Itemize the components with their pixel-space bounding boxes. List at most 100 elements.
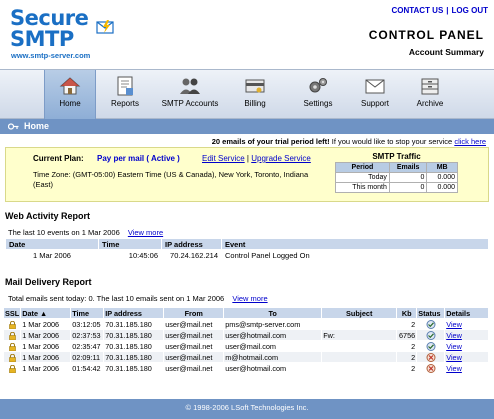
nav-settings[interactable]: Settings — [293, 70, 343, 119]
cell-ssl — [2, 340, 22, 352]
cell-status — [416, 318, 446, 330]
logo-url: www.smtp-server.com — [11, 51, 91, 60]
plan-name: Pay per mail ( Active ) — [97, 154, 180, 163]
table-row: 1 Mar 2006 10:45:06 70.24.162.214 Contro… — [5, 249, 489, 261]
nav-smtp-accounts[interactable]: SMTP Accounts — [154, 70, 226, 119]
billing-icon — [245, 79, 265, 93]
traffic-header: Emails — [388, 161, 428, 173]
cell-date: 1 Mar 2006 — [20, 351, 72, 363]
cell-to: pms@smtp-server.com — [223, 318, 323, 330]
lock-icon — [8, 342, 16, 351]
web-activity-view-more-link[interactable]: View more — [128, 228, 163, 237]
nav-reports[interactable]: Reports — [100, 70, 150, 119]
envelope-icon — [365, 79, 385, 94]
cell-date: 1 Mar 2006 — [20, 318, 72, 330]
smtp-traffic-caption: SMTP Traffic — [335, 152, 458, 162]
logo: Secure SMTP www.smtp-server.com — [10, 6, 120, 64]
traffic-period: Today — [335, 171, 390, 183]
traffic-header: MB — [426, 161, 458, 173]
column-header: IP address — [103, 307, 165, 319]
page-subtitle: Account Summary — [408, 47, 484, 57]
nav-smtp-accounts-label: SMTP Accounts — [161, 99, 219, 108]
lock-icon — [8, 364, 16, 373]
cell-subject — [321, 351, 398, 363]
mail-delivery-subtitle: Total emails sent today: 0. The last 10 … — [8, 294, 268, 303]
view-details-link[interactable]: View — [446, 353, 462, 362]
cell-ssl — [2, 362, 22, 374]
cell-ssl — [2, 329, 22, 341]
plan-panel: Current Plan: Pay per mail ( Active ) Ed… — [5, 147, 489, 202]
cell-time: 01:54:42 — [70, 362, 105, 374]
table-row: 1 Mar 2006 02:35:47 70.31.185.180 user@mail… — [2, 340, 489, 352]
contact-us-link[interactable]: CONTACT US — [391, 6, 443, 15]
cell-time: 02:35:47 — [70, 340, 105, 352]
view-details-link[interactable]: View — [446, 364, 462, 373]
top-links-separator: | — [446, 6, 449, 15]
upgrade-service-link[interactable]: Upgrade Service — [251, 154, 311, 163]
column-header: Subject — [321, 307, 398, 319]
stop-service-link[interactable]: click here — [454, 137, 486, 146]
cell-ip: 70.31.185.180 — [103, 318, 165, 330]
column-header: Time — [70, 307, 105, 319]
column-header: Time — [98, 238, 162, 250]
cell-from: user@mail.net — [163, 351, 225, 363]
nav-home[interactable]: Home — [44, 70, 96, 119]
cell-to: user@mail.com — [223, 340, 323, 352]
logo-line2: SMTP — [10, 27, 74, 51]
column-header: Kb — [396, 307, 418, 319]
cell-to: m@hotmail.com — [223, 351, 323, 363]
report-icon — [117, 76, 133, 96]
traffic-period: This month — [335, 181, 390, 193]
cell-ssl — [2, 351, 22, 363]
cell-time: 02:09:11 — [70, 351, 105, 363]
nav-home-label: Home — [59, 99, 81, 108]
edit-service-link[interactable]: Edit Service — [202, 154, 245, 163]
cell-to: user@hotmail.com — [223, 329, 323, 341]
nav-billing[interactable]: Billing — [230, 70, 280, 119]
mail-delivery-table: SSL Date ▲ Time IP address From To Subje… — [2, 307, 489, 374]
cell-ip: 70.31.185.180 — [103, 340, 165, 352]
cell-from: user@mail.net — [163, 362, 225, 374]
traffic-header: Period — [335, 161, 390, 173]
column-header: IP address — [161, 238, 222, 250]
column-header: To — [223, 307, 323, 319]
section-bar: Home — [0, 119, 494, 134]
web-activity-summary: The last 10 events on 1 Mar 2006 — [8, 228, 120, 237]
plan-label: Current Plan: — [33, 154, 84, 163]
nav-reports-label: Reports — [110, 99, 139, 108]
main-nav: Home Reports SMTP Accounts Billing Setti… — [0, 69, 494, 119]
lock-icon — [8, 353, 16, 362]
trial-notice-bold: 20 emails of your trial period left! — [211, 137, 330, 146]
cell-subject — [321, 340, 398, 352]
view-details-link[interactable]: View — [446, 342, 462, 351]
traffic-emails: 0 — [388, 171, 428, 183]
timezone-text: Time Zone: (GMT-05:00) Eastern Time (US … — [33, 170, 309, 189]
nav-archive[interactable]: Archive — [408, 70, 452, 119]
column-header-date-sortable[interactable]: Date ▲ — [20, 307, 72, 319]
column-header: Event — [221, 238, 489, 250]
plan-links-separator: | — [246, 154, 249, 163]
envelope-bolt-icon — [96, 20, 114, 34]
cell-ssl — [2, 318, 22, 330]
status-delivered-icon — [426, 341, 436, 351]
cell-date: 1 Mar 2006 — [20, 362, 72, 374]
column-header: Date — [5, 238, 99, 250]
view-details-link[interactable]: View — [446, 320, 462, 329]
key-icon — [8, 123, 19, 130]
cell-details: View — [444, 318, 489, 330]
table-row: 1 Mar 2006 02:09:11 70.31.185.180 user@mail… — [2, 351, 489, 363]
web-activity-subtitle: The last 10 events on 1 Mar 2006 View mo… — [8, 228, 163, 237]
trial-notice-text: If you would like to stop your service — [329, 137, 455, 146]
mail-delivery-view-more-link[interactable]: View more — [232, 294, 267, 303]
column-header: SSL — [2, 307, 22, 319]
traffic-mb: 0.000 — [426, 171, 458, 183]
gears-icon — [309, 78, 327, 93]
nav-support[interactable]: Support — [353, 70, 397, 119]
column-header: Details — [444, 307, 489, 319]
view-details-link[interactable]: View — [446, 331, 462, 340]
column-header: From — [163, 307, 225, 319]
cell-time: 10:45:06 — [98, 249, 162, 261]
plan-links: Edit Service | Upgrade Service — [202, 154, 311, 163]
cell-time: 02:37:53 — [70, 329, 105, 341]
logout-link[interactable]: LOG OUT — [452, 6, 488, 15]
